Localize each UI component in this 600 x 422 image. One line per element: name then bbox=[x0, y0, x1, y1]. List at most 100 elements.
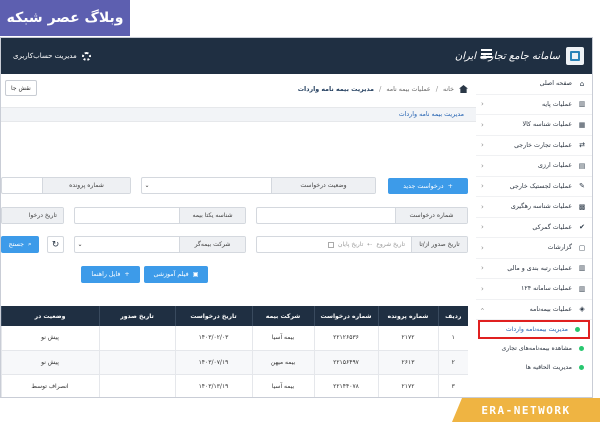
sidebar-item[interactable]: ▥ عملیات پایه ‹ bbox=[475, 95, 592, 115]
table-header-cell: ردیف bbox=[437, 306, 468, 326]
sidebar-subitem[interactable]: مشاهده بیمه‌نامه‌های تجاری bbox=[475, 339, 592, 358]
case-number-value bbox=[2, 178, 42, 193]
table-cell: ۲۲۱۲۶۵۳۶ bbox=[313, 326, 378, 351]
table-cell: ۲۲۱۴۴۰۷۸ bbox=[313, 374, 378, 397]
arrow-icon: ⇠ bbox=[367, 241, 373, 248]
chevron-left-icon: ‹ bbox=[481, 264, 484, 273]
sidebar-item-label: عملیات رتبه بندی و مالی bbox=[507, 264, 572, 272]
request-status-select[interactable]: وضعیت درخواست ⌄ bbox=[141, 177, 376, 194]
calendar-icon[interactable] bbox=[328, 241, 335, 248]
request-date-field[interactable]: تاریخ درخوا bbox=[1, 207, 64, 224]
refresh-button[interactable]: ↻ bbox=[47, 236, 64, 253]
app-window: سامانه جامع تجارت ایران مدیریت حساب‌کارب… bbox=[0, 37, 593, 398]
sidebar-item[interactable]: ▥ عملیات سامانه ۱۲۴ ‹ bbox=[475, 279, 592, 300]
sidebar-item[interactable]: ▤ عملیات ارزی ‹ bbox=[475, 156, 592, 177]
table-header-cell: شرکت بیمه bbox=[251, 306, 314, 326]
role-button[interactable]: نقش جا bbox=[5, 80, 37, 96]
sidebar-item[interactable]: ⌂ صفحه اصلی bbox=[475, 74, 592, 95]
unique-insurance-id-field[interactable]: شناسه یکتا بیمه bbox=[74, 207, 246, 224]
search-button-label: جستج bbox=[8, 241, 24, 248]
chevron-left-icon: ‹ bbox=[481, 182, 484, 191]
sidebar-subitem-label: مدیریت الحاقیه ها bbox=[525, 364, 572, 371]
sidebar-item[interactable]: ⇄ عملیات تجارت خارجی ‹ bbox=[475, 136, 592, 156]
table-row[interactable]: ۱ ۲۱۷۲ ۲۲۱۲۶۵۳۶ بیمه آسیا ۱۴۰۳/۰۲/۰۳ پیش نو bbox=[1, 326, 468, 351]
table-header-cell: شماره پرونده bbox=[377, 306, 438, 326]
insurer-select[interactable]: شرکت بیمه‌گر ⌄ bbox=[74, 236, 246, 253]
table-cell: ۱۴۰۳/۰۲/۰۳ bbox=[174, 326, 252, 351]
chart-icon: ▥ bbox=[578, 284, 586, 293]
sidebar-item[interactable]: ▦ عملیات شناسه کالا ‹ bbox=[475, 115, 592, 136]
table-cell: بیمه میهن bbox=[251, 350, 314, 375]
home-icon[interactable] bbox=[459, 85, 468, 93]
sidebar-item-label: عملیات گمرکی bbox=[532, 223, 572, 231]
sidebar-subitem-label: مدیریت بیمه‌نامه واردات bbox=[505, 326, 568, 333]
table-cell: ۲۲۱۵۶۴۹۷ bbox=[313, 350, 378, 375]
table-cell: انصراف توسط bbox=[1, 374, 99, 397]
chevron-left-icon: ‹ bbox=[481, 284, 484, 293]
qrcode-icon: ▩ bbox=[578, 202, 586, 211]
guide-file-label: فایل راهنما bbox=[91, 271, 121, 278]
hamburger-menu-icon[interactable] bbox=[481, 49, 492, 58]
chevron-left-icon: ‹ bbox=[478, 307, 487, 311]
account-menu[interactable]: مدیریت حساب‌کاربری bbox=[13, 49, 91, 63]
chevron-left-icon: ‹ bbox=[481, 202, 484, 211]
plus-icon: + bbox=[124, 271, 130, 278]
chevron-left-icon: ‹ bbox=[481, 243, 484, 252]
table-cell: پیش نو bbox=[1, 326, 99, 351]
sidebar-item[interactable]: ◈ عملیات بیمه‌نامه ‹ bbox=[475, 300, 592, 320]
sidebar-item-label: عملیات ارزی bbox=[538, 162, 572, 170]
chevron-left-icon: ‹ bbox=[481, 161, 484, 170]
table-header-cell: شماره درخواست bbox=[313, 306, 378, 326]
request-number-label: شماره درخواست bbox=[395, 208, 467, 223]
brand[interactable]: سامانه جامع تجارت ایران bbox=[455, 46, 584, 66]
request-number-value bbox=[257, 208, 395, 223]
search-button[interactable]: ⌕ جستج bbox=[1, 236, 39, 253]
sidebar-item[interactable]: ▢ گزارشات ‹ bbox=[475, 238, 592, 259]
table-row[interactable]: ۲ ۲۶۱۳ ۲۲۱۵۶۴۹۷ بیمه میهن ۱۴۰۳/۰۷/۱۹ پیش نو bbox=[1, 350, 468, 375]
breadcrumb-home[interactable]: خانه bbox=[443, 86, 454, 93]
chevron-down-icon: ⌄ bbox=[77, 241, 83, 248]
refresh-icon: ↻ bbox=[51, 239, 60, 250]
sidebar-item[interactable]: ✎ عملیات لجستیک خارجی ‹ bbox=[475, 177, 592, 197]
insurer-label: شرکت بیمه‌گر bbox=[179, 237, 245, 252]
chart-icon: ▥ bbox=[578, 100, 586, 109]
shield-icon: ◈ bbox=[579, 305, 585, 314]
sidebar-subitem[interactable]: مدیریت الحاقیه ها bbox=[475, 358, 592, 377]
chevron-left-icon: ‹ bbox=[481, 100, 484, 109]
chevron-left-icon: ‹ bbox=[481, 223, 484, 232]
table-header-row: ردیف شماره پرونده شماره درخواست شرکت بیمه تا… bbox=[1, 306, 468, 326]
chevron-down-icon: ⌄ bbox=[144, 182, 150, 189]
video-icon: ▣ bbox=[192, 271, 199, 278]
date-start-placeholder[interactable]: تاریخ شروع bbox=[376, 241, 405, 248]
main-content: خانه / عملیات بیمه نامه / مدیریت بیمه نا… bbox=[1, 74, 476, 397]
sidebar-item[interactable]: ✔ عملیات گمرکی ‹ bbox=[475, 218, 592, 238]
issue-date-range-field[interactable]: تاریخ صدور از/تا تاریخ شروع ⇠ تاریخ پایا… bbox=[256, 236, 468, 253]
account-label: مدیریت حساب‌کاربری bbox=[13, 52, 77, 60]
date-end-placeholder[interactable]: تاریخ پایان bbox=[338, 241, 363, 248]
sidebar-item-label: صفحه اصلی bbox=[539, 80, 572, 88]
bar-chart-icon: ▥ bbox=[578, 264, 586, 273]
request-number-field[interactable]: شماره درخواست bbox=[256, 207, 468, 224]
breadcrumb-separator: / bbox=[435, 85, 439, 93]
guide-file-button[interactable]: + فایل راهنما bbox=[81, 266, 140, 283]
brand-name: سامانه جامع تجارت ایران bbox=[454, 50, 560, 62]
status-dot-icon bbox=[579, 346, 584, 351]
date-range-values: تاریخ شروع ⇠ تاریخ پایان bbox=[257, 237, 411, 252]
edit-icon: ✎ bbox=[579, 182, 585, 191]
breadcrumb-level1[interactable]: عملیات بیمه نامه bbox=[386, 86, 430, 93]
new-request-button[interactable]: + درخواست جدید bbox=[388, 178, 468, 194]
sidebar-item[interactable]: ▩ عملیات شناسه رهگیری ‹ bbox=[475, 197, 592, 218]
table-cell: ۳ bbox=[437, 374, 468, 397]
case-number-field[interactable]: شماره پرونده bbox=[1, 177, 131, 194]
sidebar-item[interactable]: ▥ عملیات رتبه بندی و مالی ‹ bbox=[475, 259, 592, 279]
table-cell: پیش نو bbox=[1, 350, 99, 375]
table-cell bbox=[98, 374, 175, 397]
table-header-cell: تاریخ صدور bbox=[98, 306, 175, 326]
table-row[interactable]: ۳ ۲۱۷۲ ۲۲۱۴۴۰۷۸ بیمه آسیا ۱۴۰۳/۱۳/۱۹ انصراف ت… bbox=[1, 374, 468, 397]
breadcrumb-separator: / bbox=[379, 85, 382, 93]
sidebar-subitem[interactable]: مدیریت بیمه‌نامه واردات bbox=[478, 320, 590, 339]
issue-date-label: تاریخ صدور از/تا bbox=[411, 237, 467, 252]
sidebar-item-label: گزارشات bbox=[547, 244, 572, 252]
insurer-value bbox=[85, 237, 179, 252]
training-video-button[interactable]: ▣ فیلم آموزشی bbox=[144, 266, 208, 283]
